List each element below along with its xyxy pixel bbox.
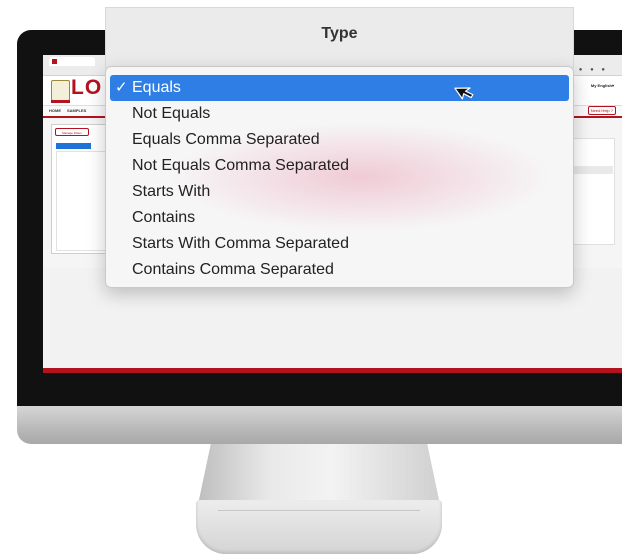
type-popup-header: Type <box>105 7 574 68</box>
screen-bottom-bar <box>43 368 622 373</box>
menu-item-label: Equals <box>132 79 181 96</box>
menu-item-starts-with-comma-separated[interactable]: Starts With Comma Separated <box>106 231 573 257</box>
menu-item-equals-comma-separated[interactable]: Equals Comma Separated <box>106 127 573 153</box>
menu-item-label: Not Equals <box>132 105 211 122</box>
menu-item-not-equals[interactable]: Not Equals <box>106 101 573 127</box>
menu-item-starts-with[interactable]: Starts With <box>106 179 573 205</box>
imac-stand-foot <box>196 500 442 554</box>
menu-item-label: Contains <box>132 209 196 226</box>
favicon-icon <box>52 59 57 64</box>
type-dropdown-menu: ✓ Equals Not Equals Equals Comma Separat… <box>105 66 574 288</box>
menu-item-label: Contains Comma Separated <box>132 261 334 278</box>
browser-tab[interactable] <box>49 57 95 66</box>
menu-item-equals[interactable]: ✓ Equals <box>110 75 569 101</box>
app-logo[interactable]: LO <box>71 76 102 100</box>
menu-item-label: Not Equals Comma Separated <box>132 157 349 174</box>
menu-item-label: Equals Comma Separated <box>132 131 320 148</box>
manage-filters-tab[interactable]: Manage Filters <box>55 128 89 136</box>
menu-item-contains[interactable]: Contains <box>106 205 573 231</box>
arrow-pointer-icon <box>454 87 474 100</box>
filter-chip[interactable] <box>56 143 91 149</box>
menu-item-label: Starts With <box>132 183 211 200</box>
menu-item-not-equals-comma-separated[interactable]: Not Equals Comma Separated <box>106 153 573 179</box>
crest-icon <box>51 80 70 101</box>
browser-extension-icons[interactable]: ● ● ● <box>579 67 608 73</box>
menu-item-contains-comma-separated[interactable]: Contains Comma Separated <box>106 257 573 283</box>
language-selector[interactable]: My English▾ <box>591 83 614 88</box>
nav-samples[interactable]: SAMPLES <box>67 108 86 113</box>
nav-home[interactable]: HOME <box>49 108 61 113</box>
menu-item-label: Starts With Comma Separated <box>132 235 349 252</box>
type-title: Type <box>321 25 358 42</box>
address-bar[interactable] <box>49 67 101 73</box>
crest-ribbon <box>51 100 70 103</box>
filter-list[interactable] <box>56 151 112 251</box>
help-button[interactable]: Need Help ? <box>587 106 616 115</box>
screenshot-stage: ● ● ● LO My English▾ HOME SAMPLES Need H… <box>0 0 622 554</box>
imac-chin <box>17 406 622 444</box>
imac-stand-edge <box>218 510 420 511</box>
checkmark-icon: ✓ <box>115 79 128 96</box>
